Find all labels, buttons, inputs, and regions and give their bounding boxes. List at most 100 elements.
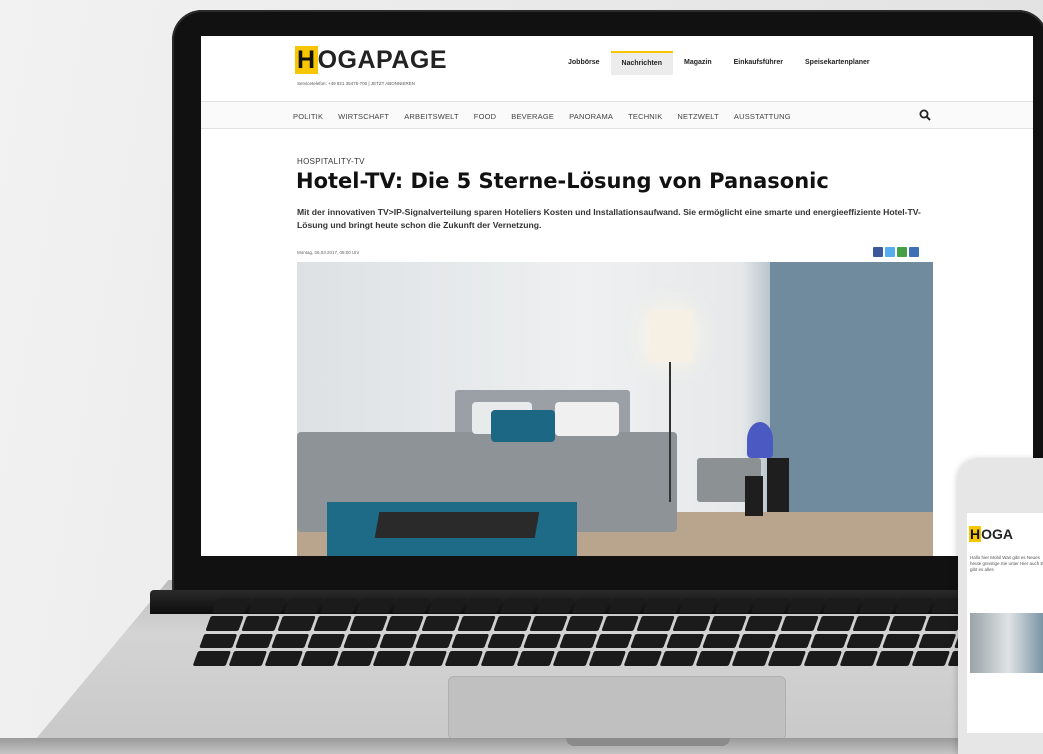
keyboard-key [859,598,898,613]
phone-hero-image [970,613,1043,673]
keyboard-key [882,633,921,649]
keyboard-key [810,633,849,649]
keyboard-key [486,633,526,649]
top-nav: Jobbörse Nachrichten Magazin Einkaufsfüh… [557,51,881,75]
laptop-screen: H OGAPAGE Servicetelefon: +49 821 35475-… [201,36,1033,556]
category-food[interactable]: FOOD [474,112,496,121]
keyboard-key [558,633,597,649]
keyboard-key [319,598,359,613]
top-nav-nachrichten[interactable]: Nachrichten [610,51,673,75]
keyboard-key [696,651,735,666]
laptop-front-edge [0,738,1043,754]
keyboard-key [738,633,777,649]
category-beverage[interactable]: BEVERAGE [511,112,554,121]
keyboard-key [228,651,267,666]
share-buttons [873,247,919,257]
keyboard-key [571,598,610,613]
logo-first-letter: H [295,46,318,74]
hero-lamp [649,310,693,362]
keyboard-key [846,633,885,649]
keyboard-key [192,651,231,666]
keyboard-key [888,615,928,631]
keyboard-key [911,651,951,666]
whatsapp-share-icon[interactable] [897,247,907,257]
keyboard-key [247,598,287,613]
keyboard-key [624,651,663,666]
category-panorama[interactable]: PANORAMA [569,112,613,121]
twitter-share-icon[interactable] [885,247,895,257]
category-ausstattung[interactable]: AUSSTATTUNG [734,112,791,121]
keyboard-key [731,651,771,666]
laptop-touchpad[interactable] [448,676,786,740]
category-technik[interactable]: TECHNIK [628,112,662,121]
keyboard-key [767,651,807,666]
email-share-icon[interactable] [909,247,919,257]
hero-pillow [555,402,619,436]
article-kicker: HOSPITALITY-TV [297,157,365,166]
keyboard-key [816,615,856,631]
keyboard-key [385,615,424,631]
keyboard-key [414,633,454,649]
phone-site-logo[interactable]: H OGA [969,526,1013,542]
category-netzwelt[interactable]: NETZWELT [677,112,718,121]
keyboard-key [408,651,447,666]
keyboard-key [918,633,957,649]
keyboard-key [751,598,790,613]
top-nav-einkaufsfuehrer[interactable]: Einkaufsführer [723,51,794,75]
keyboard-key [463,598,503,613]
category-bar: POLITIK WIRTSCHAFT ARBEITSWELT FOOD BEVE… [201,101,1033,129]
keyboard-key [264,651,303,666]
keyboard-key [450,633,490,649]
phone-logo-rest: OGA [981,526,1014,542]
top-nav-jobboerse[interactable]: Jobbörse [557,51,611,75]
keyboard-key [637,615,676,631]
hero-pillow [491,410,555,442]
phone-article-text: Hallo hier Mobil Was gibt es Neues heute… [970,555,1043,572]
keyboard-key [744,615,784,631]
keyboard-key [349,615,388,631]
laptop-keyboard [192,598,1043,666]
phone-screen: H OGA Hallo hier Mobil Was gibt es Neues… [967,513,1043,733]
hotline-text[interactable]: Servicetelefon: +49 821 35475-700 | JETZ… [297,81,415,86]
site-logo[interactable]: H OGAPAGE [295,46,447,74]
site-header: H OGAPAGE Servicetelefon: +49 821 35475-… [201,36,1033,110]
keyboard-key [306,633,346,649]
keyboard-key [601,615,640,631]
category-politik[interactable]: POLITIK [293,112,323,121]
keyboard-key [457,615,496,631]
keyboard-key [702,633,741,649]
keyboard-key [277,615,316,631]
article-hero-image [297,262,933,556]
category-arbeitswelt[interactable]: ARBEITSWELT [404,112,459,121]
keyboard-key [355,598,395,613]
keyboard-key [522,633,562,649]
keyboard-key [643,598,682,613]
keyboard-key [378,633,418,649]
facebook-share-icon[interactable] [873,247,883,257]
category-wirtschaft[interactable]: WIRTSCHAFT [338,112,389,121]
keyboard-key [499,598,538,613]
keyboard-key [839,651,879,666]
laptop-notch [566,738,730,746]
search-icon[interactable] [919,109,931,121]
keyboard-key [630,633,669,649]
keyboard-key [391,598,431,613]
keyboard-key [774,633,813,649]
keyboard-key [780,615,820,631]
keyboard-key [852,615,892,631]
keyboard-key [342,633,382,649]
keyboard-key [336,651,375,666]
article-headline: Hotel-TV: Die 5 Sterne-Lösung von Panaso… [296,169,829,193]
keyboard-key [552,651,591,666]
logo-rest: OGAPAGE [317,46,448,74]
category-list: POLITIK WIRTSCHAFT ARBEITSWELT FOOD BEVE… [293,102,806,130]
top-nav-magazin[interactable]: Magazin [673,51,723,75]
article-dateline: Montag, 06.03.2017, 08:00 Uhr [297,250,360,255]
keyboard-key [529,615,568,631]
keyboard-key [427,598,467,613]
keyboard-key [205,615,244,631]
keyboard-key [875,651,915,666]
keyboard-key [607,598,646,613]
top-nav-speisekartenplaner[interactable]: Speisekartenplaner [794,51,881,75]
keyboard-key [594,633,633,649]
